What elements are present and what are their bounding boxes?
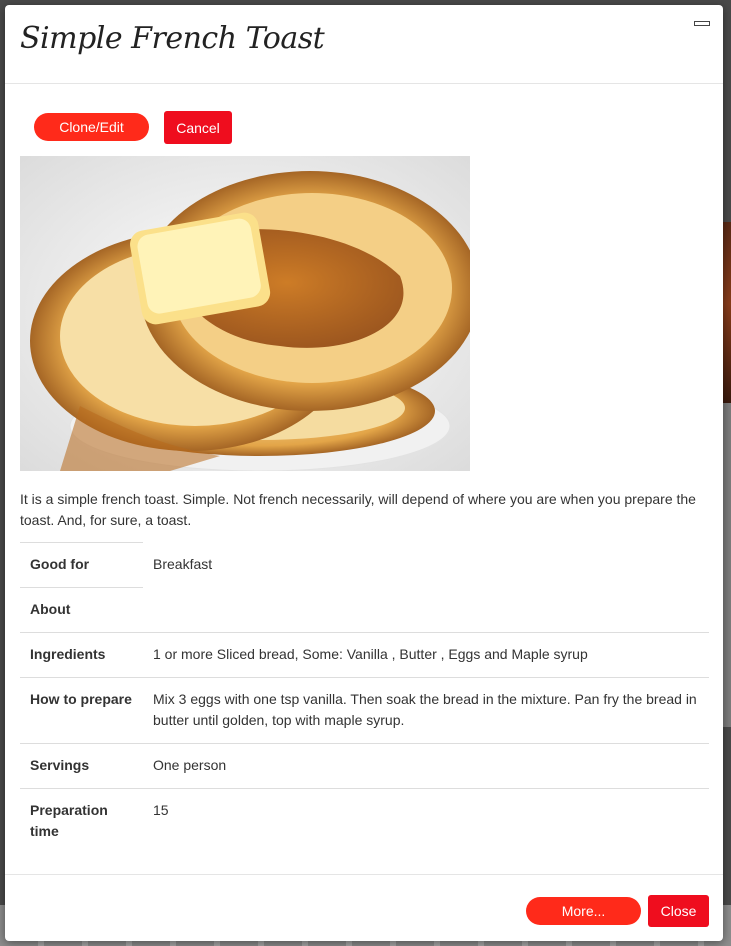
- row-value-good-for: Breakfast: [153, 555, 213, 572]
- row-value-about: [143, 588, 709, 633]
- row-label-preparation-time: Preparation time: [20, 788, 143, 854]
- table-row: Servings One person: [20, 743, 709, 789]
- row-label-ingredients: Ingredients: [20, 632, 143, 678]
- row-value-servings: One person: [143, 743, 709, 789]
- table-row: How to prepare Mix 3 eggs with one tsp v…: [20, 677, 709, 744]
- close-button[interactable]: Close: [648, 895, 709, 927]
- more-button[interactable]: More...: [526, 897, 641, 925]
- row-value-how-to-prepare: Mix 3 eggs with one tsp vanilla. Then so…: [143, 677, 709, 744]
- recipe-modal: Simple French Toast Clone/Edit Cancel It…: [5, 5, 723, 941]
- recipe-details-table: Good for Breakfast About Ingredients 1 o…: [20, 542, 709, 854]
- modal-title: Simple French Toast: [20, 21, 325, 56]
- minimize-button[interactable]: [693, 18, 710, 27]
- row-label-about: About: [20, 587, 143, 633]
- recipe-photo: [20, 156, 470, 471]
- table-row: Good for Breakfast: [20, 542, 709, 588]
- row-label-how-to-prepare: How to prepare: [20, 677, 143, 744]
- row-label-servings: Servings: [20, 743, 143, 789]
- modal-header: Simple French Toast: [5, 5, 723, 84]
- modal-footer: More... Close: [5, 874, 723, 941]
- table-row: Preparation time 15: [20, 788, 709, 854]
- table-row: About: [20, 587, 709, 633]
- recipe-description: It is a simple french toast. Simple. Not…: [20, 491, 696, 528]
- row-value-ingredients: 1 or more Sliced bread, Some: Vanilla , …: [143, 632, 709, 678]
- window-minimize-icon: [694, 21, 710, 26]
- row-label-good-for: Good for: [20, 542, 143, 588]
- clone-edit-button[interactable]: Clone/Edit: [34, 113, 149, 141]
- cancel-button[interactable]: Cancel: [164, 111, 232, 144]
- row-value-preparation-time: 15: [143, 788, 709, 854]
- table-row: Ingredients 1 or more Sliced bread, Some…: [20, 632, 709, 678]
